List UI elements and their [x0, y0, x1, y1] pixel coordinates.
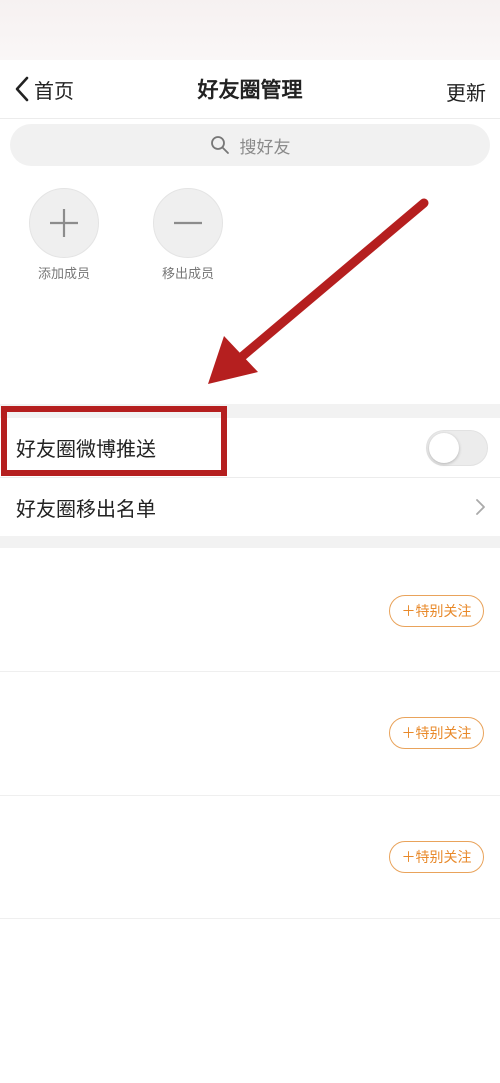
list-separator	[0, 795, 357, 796]
toggle-knob	[429, 433, 459, 463]
remove-member-label: 移出成员	[161, 267, 214, 282]
add-member-circle[interactable]	[29, 188, 99, 258]
page-title: 好友圈管理	[197, 78, 303, 102]
list-separator	[0, 671, 357, 672]
chevron-right-icon	[476, 499, 485, 515]
special-follow-button[interactable]: ＋特别关注	[389, 717, 484, 749]
push-toggle[interactable]	[426, 430, 488, 466]
removed-list-row[interactable]: 好友圈移出名单	[0, 478, 500, 536]
add-member-button[interactable]: 添加成员	[29, 188, 99, 282]
special-follow-button[interactable]: ＋特别关注	[389, 595, 484, 627]
update-button[interactable]: 更新	[446, 77, 486, 106]
plus-icon	[50, 209, 78, 237]
chevron-left-icon	[15, 76, 29, 102]
nav-bar: 首页 好友圈管理 更新	[0, 60, 500, 119]
search-placeholder: 搜好友	[239, 137, 291, 158]
back-label: 首页	[34, 78, 74, 103]
add-member-label: 添加成员	[37, 267, 90, 282]
push-setting-label: 好友圈微博推送	[16, 436, 156, 461]
remove-member-circle[interactable]	[153, 188, 223, 258]
section-divider	[0, 536, 500, 548]
status-bar	[0, 0, 500, 60]
section-divider	[0, 404, 500, 418]
search-input[interactable]: 搜好友	[10, 124, 490, 166]
removed-list-label: 好友圈移出名单	[16, 496, 156, 521]
search-icon	[210, 136, 229, 154]
list-separator	[0, 918, 357, 919]
back-button[interactable]: 首页	[12, 74, 74, 104]
list-separator	[357, 918, 500, 919]
minus-icon	[174, 221, 202, 225]
push-setting-row: 好友圈微博推送	[0, 418, 500, 476]
special-follow-button[interactable]: ＋特别关注	[389, 841, 484, 873]
list-separator	[357, 671, 500, 672]
remove-member-button[interactable]: 移出成员	[153, 188, 223, 282]
list-separator	[357, 795, 500, 796]
